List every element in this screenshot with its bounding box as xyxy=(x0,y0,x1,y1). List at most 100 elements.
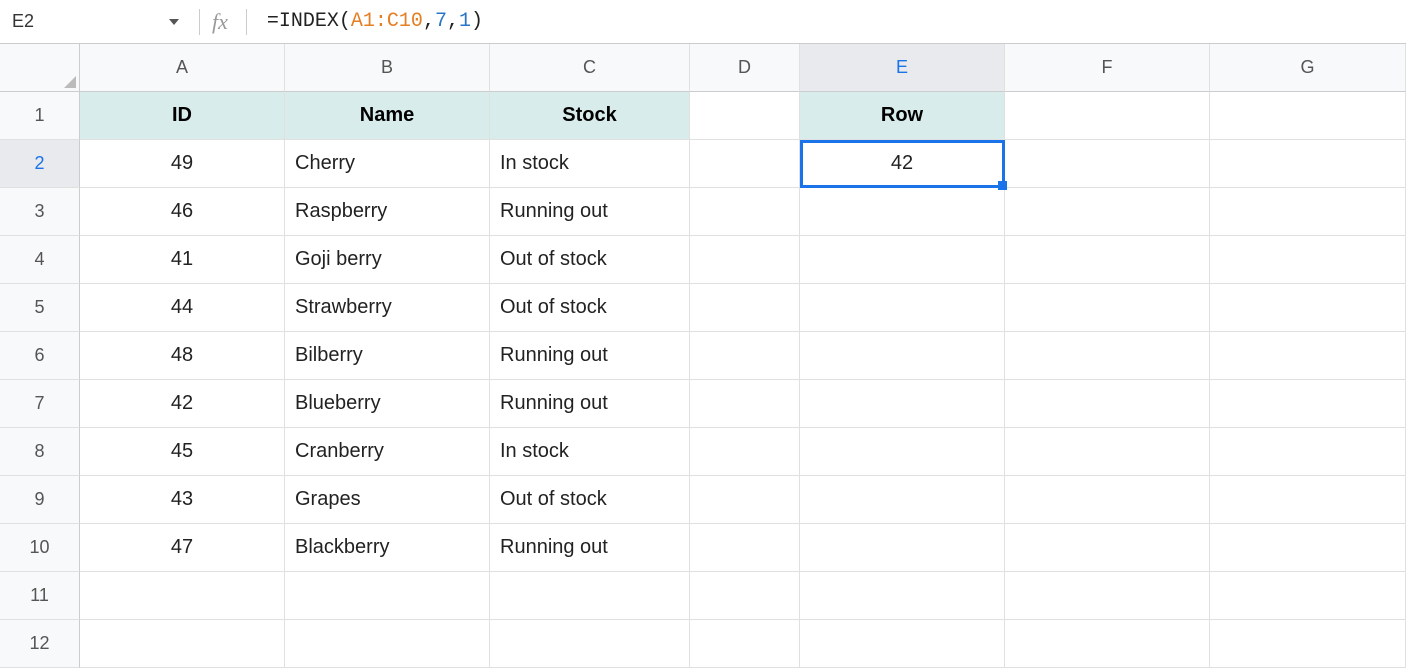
cell-C4[interactable]: Out of stock xyxy=(490,236,690,284)
name-box-dropdown[interactable] xyxy=(85,0,195,43)
cell-E7[interactable] xyxy=(800,380,1005,428)
cell-E9[interactable] xyxy=(800,476,1005,524)
row-header-9[interactable]: 9 xyxy=(0,476,80,524)
cell-D2[interactable] xyxy=(690,140,800,188)
cell-A2[interactable]: 49 xyxy=(80,140,285,188)
cell-C11[interactable] xyxy=(490,572,690,620)
row-header-5[interactable]: 5 xyxy=(0,284,80,332)
cell-B7[interactable]: Blueberry xyxy=(285,380,490,428)
formula-input[interactable]: =INDEX(A1:C10, 7, 1) xyxy=(267,10,483,33)
cell-F5[interactable] xyxy=(1005,284,1210,332)
cell-D12[interactable] xyxy=(690,620,800,668)
col-header-D[interactable]: D xyxy=(690,44,800,92)
cell-E8[interactable] xyxy=(800,428,1005,476)
cell-G10[interactable] xyxy=(1210,524,1406,572)
cell-D11[interactable] xyxy=(690,572,800,620)
row-header-10[interactable]: 10 xyxy=(0,524,80,572)
cell-C6[interactable]: Running out xyxy=(490,332,690,380)
cell-C9[interactable]: Out of stock xyxy=(490,476,690,524)
cell-D9[interactable] xyxy=(690,476,800,524)
cell-B12[interactable] xyxy=(285,620,490,668)
cell-E12[interactable] xyxy=(800,620,1005,668)
row-header-7[interactable]: 7 xyxy=(0,380,80,428)
cell-A9[interactable]: 43 xyxy=(80,476,285,524)
cell-A3[interactable]: 46 xyxy=(80,188,285,236)
cell-D5[interactable] xyxy=(690,284,800,332)
cell-B11[interactable] xyxy=(285,572,490,620)
row-header-6[interactable]: 6 xyxy=(0,332,80,380)
cell-C8[interactable]: In stock xyxy=(490,428,690,476)
cell-G9[interactable] xyxy=(1210,476,1406,524)
cell-G12[interactable] xyxy=(1210,620,1406,668)
cell-G5[interactable] xyxy=(1210,284,1406,332)
col-header-B[interactable]: B xyxy=(285,44,490,92)
cell-E3[interactable] xyxy=(800,188,1005,236)
cell-B6[interactable]: Bilberry xyxy=(285,332,490,380)
cell-A11[interactable] xyxy=(80,572,285,620)
col-header-A[interactable]: A xyxy=(80,44,285,92)
col-header-E[interactable]: E xyxy=(800,44,1005,92)
cell-C10[interactable]: Running out xyxy=(490,524,690,572)
cell-E5[interactable] xyxy=(800,284,1005,332)
cell-B10[interactable]: Blackberry xyxy=(285,524,490,572)
cell-E6[interactable] xyxy=(800,332,1005,380)
cell-D8[interactable] xyxy=(690,428,800,476)
cell-E4[interactable] xyxy=(800,236,1005,284)
cell-B1[interactable]: Name xyxy=(285,92,490,140)
name-box[interactable]: E2 xyxy=(0,0,85,43)
col-header-F[interactable]: F xyxy=(1005,44,1210,92)
cell-C3[interactable]: Running out xyxy=(490,188,690,236)
cell-G3[interactable] xyxy=(1210,188,1406,236)
col-header-G[interactable]: G xyxy=(1210,44,1406,92)
row-header-1[interactable]: 1 xyxy=(0,92,80,140)
row-header-12[interactable]: 12 xyxy=(0,620,80,668)
cell-G7[interactable] xyxy=(1210,380,1406,428)
cell-B5[interactable]: Strawberry xyxy=(285,284,490,332)
cell-D3[interactable] xyxy=(690,188,800,236)
cell-A5[interactable]: 44 xyxy=(80,284,285,332)
cell-C12[interactable] xyxy=(490,620,690,668)
cell-F9[interactable] xyxy=(1005,476,1210,524)
cell-C1[interactable]: Stock xyxy=(490,92,690,140)
cell-F7[interactable] xyxy=(1005,380,1210,428)
cell-F12[interactable] xyxy=(1005,620,1210,668)
cell-F2[interactable] xyxy=(1005,140,1210,188)
row-header-4[interactable]: 4 xyxy=(0,236,80,284)
cell-F1[interactable] xyxy=(1005,92,1210,140)
cell-F6[interactable] xyxy=(1005,332,1210,380)
cell-G4[interactable] xyxy=(1210,236,1406,284)
cell-E1[interactable]: Row xyxy=(800,92,1005,140)
cell-A1[interactable]: ID xyxy=(80,92,285,140)
cell-D1[interactable] xyxy=(690,92,800,140)
cell-F11[interactable] xyxy=(1005,572,1210,620)
cell-A4[interactable]: 41 xyxy=(80,236,285,284)
cell-E11[interactable] xyxy=(800,572,1005,620)
cell-F8[interactable] xyxy=(1005,428,1210,476)
cell-F3[interactable] xyxy=(1005,188,1210,236)
cell-G11[interactable] xyxy=(1210,572,1406,620)
cell-F10[interactable] xyxy=(1005,524,1210,572)
cell-D6[interactable] xyxy=(690,332,800,380)
cell-B4[interactable]: Goji berry xyxy=(285,236,490,284)
cell-A6[interactable]: 48 xyxy=(80,332,285,380)
cell-E10[interactable] xyxy=(800,524,1005,572)
cell-C5[interactable]: Out of stock xyxy=(490,284,690,332)
cell-G8[interactable] xyxy=(1210,428,1406,476)
row-header-11[interactable]: 11 xyxy=(0,572,80,620)
cell-C7[interactable]: Running out xyxy=(490,380,690,428)
cell-D4[interactable] xyxy=(690,236,800,284)
cell-G6[interactable] xyxy=(1210,332,1406,380)
cell-A10[interactable]: 47 xyxy=(80,524,285,572)
cell-F4[interactable] xyxy=(1005,236,1210,284)
cell-A7[interactable]: 42 xyxy=(80,380,285,428)
select-all-corner[interactable] xyxy=(0,44,80,92)
cell-C2[interactable]: In stock xyxy=(490,140,690,188)
cell-D10[interactable] xyxy=(690,524,800,572)
cell-B3[interactable]: Raspberry xyxy=(285,188,490,236)
row-header-3[interactable]: 3 xyxy=(0,188,80,236)
cell-G1[interactable] xyxy=(1210,92,1406,140)
cell-B9[interactable]: Grapes xyxy=(285,476,490,524)
row-header-2[interactable]: 2 xyxy=(0,140,80,188)
cell-B8[interactable]: Cranberry xyxy=(285,428,490,476)
col-header-C[interactable]: C xyxy=(490,44,690,92)
